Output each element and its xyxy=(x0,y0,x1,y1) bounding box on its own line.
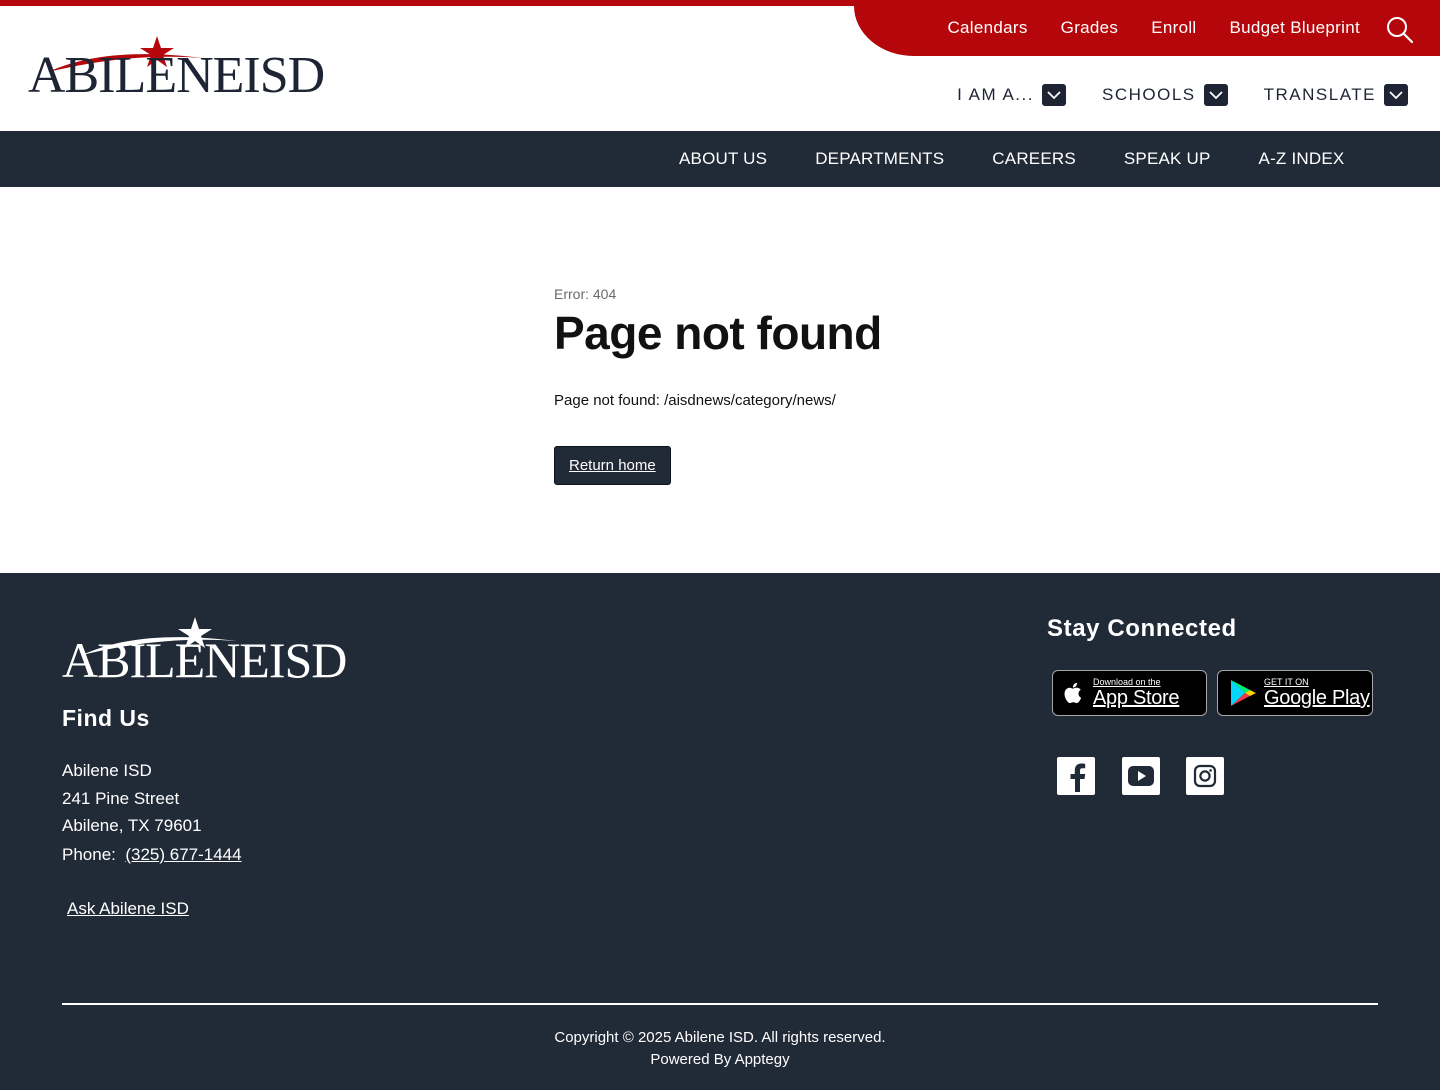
google-play-button[interactable]: GET IT ON Google Play xyxy=(1217,670,1373,716)
util-link-enroll[interactable]: Enroll xyxy=(1151,18,1196,38)
footer-logo[interactable]: ABILENEISD xyxy=(62,617,347,685)
nav-item-about-us[interactable]: ABOUT US xyxy=(655,149,791,169)
google-play-big-text: Google Play xyxy=(1264,687,1370,709)
site-logo[interactable]: ABILENEISD xyxy=(28,34,325,102)
app-store-text: Download on the App Store xyxy=(1093,677,1180,709)
app-store-small-text: Download on the xyxy=(1093,677,1161,687)
google-play-text: GET IT ON Google Play xyxy=(1264,677,1370,709)
util-link-calendars[interactable]: Calendars xyxy=(947,18,1027,38)
facebook-icon[interactable] xyxy=(1057,757,1095,795)
copyright-block: Copyright © 2025 Abilene ISD. All rights… xyxy=(0,1027,1440,1071)
main-nav: ABOUT US DEPARTMENTS CAREERS SPEAK UP A-… xyxy=(0,131,1440,187)
chevron-down-icon xyxy=(1041,84,1066,106)
copyright-text: Copyright © 2025 Abilene ISD. All rights… xyxy=(554,1029,886,1046)
phone-row: Phone: (325) 677-1444 xyxy=(62,845,242,865)
phone-link[interactable]: (325) 677-1444 xyxy=(125,845,241,864)
chevron-down-icon xyxy=(1384,84,1408,106)
return-home-button[interactable]: Return home xyxy=(554,446,671,485)
stay-connected-heading: Stay Connected xyxy=(1047,615,1237,642)
address-line: Abilene ISD xyxy=(62,761,152,780)
header-dropdowns: I AM A... SCHOOLS TRANSLATE xyxy=(957,84,1408,106)
ask-abilene-isd-link[interactable]: Ask Abilene ISD xyxy=(67,899,189,918)
error-content: Error: 404 Page not found Page not found… xyxy=(554,286,1154,485)
address-line: Abilene, TX 79601 xyxy=(62,816,202,835)
youtube-icon[interactable] xyxy=(1122,757,1160,795)
find-us-heading: Find Us xyxy=(62,705,150,731)
error-message: Page not found: /aisdnews/category/news/ xyxy=(554,392,836,409)
dropdown-schools[interactable]: SCHOOLS xyxy=(1102,84,1228,106)
address: Abilene ISD 241 Pine Street Abilene, TX … xyxy=(62,757,202,840)
nav-item-a-z-index[interactable]: A-Z INDEX xyxy=(1235,149,1369,169)
site-footer: ABILENEISD Find Us Abilene ISD 241 Pine … xyxy=(0,573,1440,1090)
dropdown-translate[interactable]: TRANSLATE xyxy=(1264,84,1408,106)
dropdown-label: I AM A... xyxy=(957,85,1034,104)
nav-item-speak-up[interactable]: SPEAK UP xyxy=(1100,149,1235,169)
dropdown-label: TRANSLATE xyxy=(1263,85,1376,104)
nav-item-careers[interactable]: CAREERS xyxy=(968,149,1100,169)
util-link-grades[interactable]: Grades xyxy=(1061,18,1119,38)
utility-nav: Calendars Grades Enroll Budget Blueprint xyxy=(947,6,1360,50)
app-store-button[interactable]: Download on the App Store xyxy=(1052,670,1207,716)
ask-row: Ask Abilene ISD xyxy=(67,899,189,919)
address-line: 241 Pine Street xyxy=(62,788,180,808)
util-link-budget-blueprint[interactable]: Budget Blueprint xyxy=(1230,18,1361,38)
phone-label: Phone: xyxy=(62,845,116,864)
dropdown-i-am-a[interactable]: I AM A... xyxy=(957,84,1066,106)
chevron-down-icon xyxy=(1203,84,1228,106)
footer-divider xyxy=(62,1003,1378,1005)
powered-by-link[interactable]: Powered By Apptegy xyxy=(0,1049,1440,1071)
nav-item-departments[interactable]: DEPARTMENTS xyxy=(791,149,968,169)
app-store-big-text: App Store xyxy=(1093,687,1180,709)
error-code: Error: 404 xyxy=(554,286,617,302)
search-icon[interactable] xyxy=(1386,16,1414,44)
google-play-icon xyxy=(1231,680,1256,706)
google-play-small-text: GET IT ON xyxy=(1264,677,1309,687)
instagram-icon[interactable] xyxy=(1186,757,1224,795)
apple-icon xyxy=(1064,682,1082,704)
footer-logo-wordmark: ABILENEISD xyxy=(62,632,347,688)
page-title: Page not found xyxy=(554,307,882,359)
dropdown-label: SCHOOLS xyxy=(1101,85,1196,104)
logo-wordmark: ABILENEISD xyxy=(28,47,325,104)
